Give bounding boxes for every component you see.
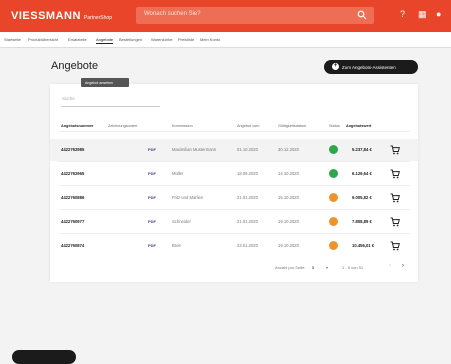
- status-dot: [329, 145, 338, 154]
- row-amount: 5.237,84 €: [352, 147, 372, 152]
- help-icon[interactable]: ?: [400, 9, 405, 19]
- row-valid: 15.10.2020: [278, 195, 299, 200]
- prev-page-icon[interactable]: ‹: [389, 263, 391, 269]
- row-commission: Fritz und Marlies: [172, 195, 203, 200]
- col-header-date[interactable]: Angebot vom: [237, 124, 259, 128]
- status-dot: [329, 193, 338, 202]
- row-amount: 6.129,64 €: [352, 171, 372, 176]
- table-row[interactable]: 4422760874 PDF Breit 23.01.2020 19.10.20…: [50, 235, 418, 257]
- search-input[interactable]: Wonach suchen Sie?: [136, 7, 374, 24]
- pdf-icon[interactable]: PDF: [148, 219, 156, 224]
- status-dot: [329, 241, 338, 250]
- chevron-down-icon[interactable]: ▾: [326, 265, 328, 270]
- next-page-icon[interactable]: ›: [402, 263, 404, 269]
- row-divider: [58, 209, 410, 210]
- table-row[interactable]: 4422760977 PDF Schneider 21.01.2020 19.1…: [50, 211, 418, 233]
- row-valid: 14.10.2020: [278, 171, 299, 176]
- row-date: 21.01.2020: [237, 219, 258, 224]
- nav-item-ersatzteile[interactable]: Ersatzteile: [68, 37, 87, 42]
- quotes-table-card: Suche Angebotsnummer Zeichnungsunterl. K…: [50, 84, 418, 282]
- grid-icon[interactable]: ▦: [418, 9, 427, 20]
- col-header-valid[interactable]: Gültigkeitsdatum: [278, 124, 306, 128]
- quote-assistant-label: Zum Angebots-Assistenten: [342, 64, 396, 70]
- per-page-label: Anzahl pro Seite:: [275, 265, 306, 270]
- col-header-drawings[interactable]: Zeichnungsunterl.: [108, 124, 138, 128]
- nav-item-produktuebersicht[interactable]: Produktübersicht: [28, 37, 58, 42]
- col-header-status[interactable]: Status: [329, 124, 340, 128]
- status-dot: [329, 217, 338, 226]
- row-commission: Maximilian Mustermann: [172, 147, 217, 152]
- cart-icon[interactable]: [390, 193, 400, 203]
- floating-button[interactable]: [12, 350, 76, 364]
- row-valid: 19.10.2020: [278, 219, 299, 224]
- table-row[interactable]: 4422762965 PDF Müller 18.09.2020 14.10.2…: [50, 163, 418, 185]
- row-divider: [58, 161, 410, 162]
- row-valid: 19.10.2020: [278, 243, 299, 248]
- search-icon[interactable]: [357, 10, 367, 20]
- plus-icon: +: [332, 63, 339, 70]
- cart-icon[interactable]: [390, 145, 400, 155]
- user-icon[interactable]: ●: [436, 9, 441, 19]
- row-commission: Schneider: [172, 219, 191, 224]
- col-header-number[interactable]: Angebotsnummer: [61, 124, 94, 128]
- per-page-select[interactable]: 5: [312, 265, 314, 270]
- row-commission: Breit: [172, 243, 181, 248]
- col-header-commission[interactable]: Kommission: [172, 124, 193, 128]
- row-valid: 30.12.2020: [278, 147, 299, 152]
- pdf-icon[interactable]: PDF: [148, 243, 156, 248]
- nav-item-warenkoerbe[interactable]: Warenkörbe: [151, 37, 173, 42]
- nav-item-startseite[interactable]: Startseite: [4, 37, 21, 42]
- filter-input[interactable]: Suche: [61, 92, 160, 107]
- page-range: 1 - 5 von 51: [342, 265, 364, 270]
- pdf-icon[interactable]: PDF: [148, 171, 156, 176]
- col-header-amount[interactable]: Angebotswert: [346, 124, 371, 128]
- row-date: 01.10.2020: [237, 147, 258, 152]
- cart-icon[interactable]: [390, 169, 400, 179]
- search-placeholder: Wonach suchen Sie?: [144, 11, 201, 17]
- row-number[interactable]: 4422760977: [61, 219, 84, 224]
- cart-icon[interactable]: [390, 217, 400, 227]
- row-date: 18.09.2020: [237, 171, 258, 176]
- nav-item-angebote[interactable]: Angebote: [96, 37, 114, 44]
- row-date: 21.01.2020: [237, 195, 258, 200]
- shop-name: PartnerShop: [83, 15, 112, 21]
- status-dot: [329, 169, 338, 178]
- row-number[interactable]: 4422760874: [61, 243, 84, 248]
- pdf-icon[interactable]: PDF: [148, 147, 156, 152]
- row-number[interactable]: 4422762965: [61, 171, 84, 176]
- pdf-icon[interactable]: PDF: [148, 195, 156, 200]
- main-nav: Startseite Produktübersicht Ersatzteile …: [0, 32, 451, 48]
- row-divider: [58, 233, 410, 234]
- tooltip: Angebot ansehen: [81, 78, 129, 87]
- filter-placeholder: Suche: [62, 96, 75, 101]
- nav-item-preisliste[interactable]: Preisliste: [178, 37, 194, 42]
- row-amount: 10.456,01 €: [352, 243, 375, 248]
- row-number[interactable]: 4422760886: [61, 195, 84, 200]
- cart-icon[interactable]: [390, 241, 400, 251]
- table-row[interactable]: 4422760886 PDF Fritz und Marlies 21.01.2…: [50, 187, 418, 209]
- header-divider: [58, 131, 410, 132]
- row-number[interactable]: 4422762985: [61, 147, 84, 152]
- row-date: 23.01.2020: [237, 243, 258, 248]
- row-amount: 9.005,82 €: [352, 195, 372, 200]
- page-title: Angebote: [51, 60, 99, 72]
- row-commission: Müller: [172, 171, 184, 176]
- nav-item-mein-konto[interactable]: Mein Konto: [200, 37, 220, 42]
- top-bar: VIESSMANN PartnerShop Wonach suchen Sie? …: [0, 0, 451, 32]
- brand-logo[interactable]: VIESSMANN PartnerShop: [11, 10, 112, 22]
- quote-assistant-button[interactable]: + Zum Angebots-Assistenten: [324, 60, 418, 74]
- table-row[interactable]: 4422762985 PDF Maximilian Mustermann 01.…: [50, 139, 418, 161]
- nav-item-bestellungen[interactable]: Bestellungen: [119, 37, 142, 42]
- row-divider: [58, 185, 410, 186]
- row-amount: 7.808,89 €: [352, 219, 372, 224]
